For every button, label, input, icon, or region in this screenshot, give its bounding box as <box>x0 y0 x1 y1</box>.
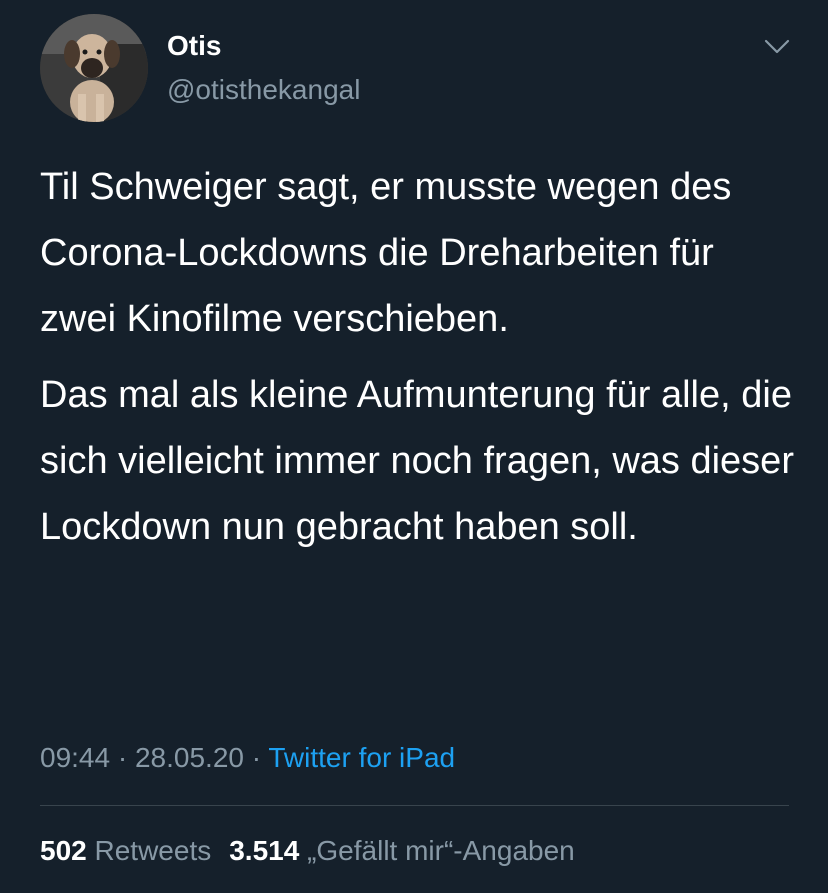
puppy-avatar-icon <box>40 14 148 122</box>
tweet-stats: 502 Retweets 3.514 „Gefällt mir“-Angaben <box>40 831 575 871</box>
retweets-label: Retweets <box>94 835 212 866</box>
tweet-text: Til Schweiger sagt, er musste wegen des … <box>40 154 800 560</box>
tweet-detail: Otis @otisthekangal Til Schweiger sagt, … <box>0 0 828 893</box>
tweet-date[interactable]: 28.05.20 <box>135 742 244 773</box>
author-handle[interactable]: @otisthekangal <box>167 72 360 108</box>
tweet-time[interactable]: 09:44 <box>40 742 110 773</box>
author-display-name[interactable]: Otis <box>167 28 221 64</box>
tweet-source-link[interactable]: Twitter for iPad <box>268 742 455 773</box>
likes-label: „Gefällt mir“-Angaben <box>307 835 575 866</box>
meta-separator: · <box>243 742 269 773</box>
tweet-text-paragraph: Til Schweiger sagt, er musste wegen des … <box>40 166 732 340</box>
tweet-menu-button[interactable] <box>757 32 797 62</box>
likes-count: 3.514 <box>229 835 300 866</box>
tweet-text-paragraph: Das mal als kleine Aufmunterung für alle… <box>40 374 794 548</box>
likes-stat[interactable]: 3.514 „Gefällt mir“-Angaben <box>229 835 575 866</box>
meta-separator: · <box>110 742 135 773</box>
tweet-metadata: 09:44 · 28.05.20 · Twitter for iPad <box>40 738 455 778</box>
retweets-count: 502 <box>40 835 87 866</box>
author-avatar[interactable] <box>40 14 148 122</box>
retweets-stat[interactable]: 502 Retweets <box>40 835 211 866</box>
divider <box>40 805 789 806</box>
chevron-down-icon <box>764 39 790 54</box>
